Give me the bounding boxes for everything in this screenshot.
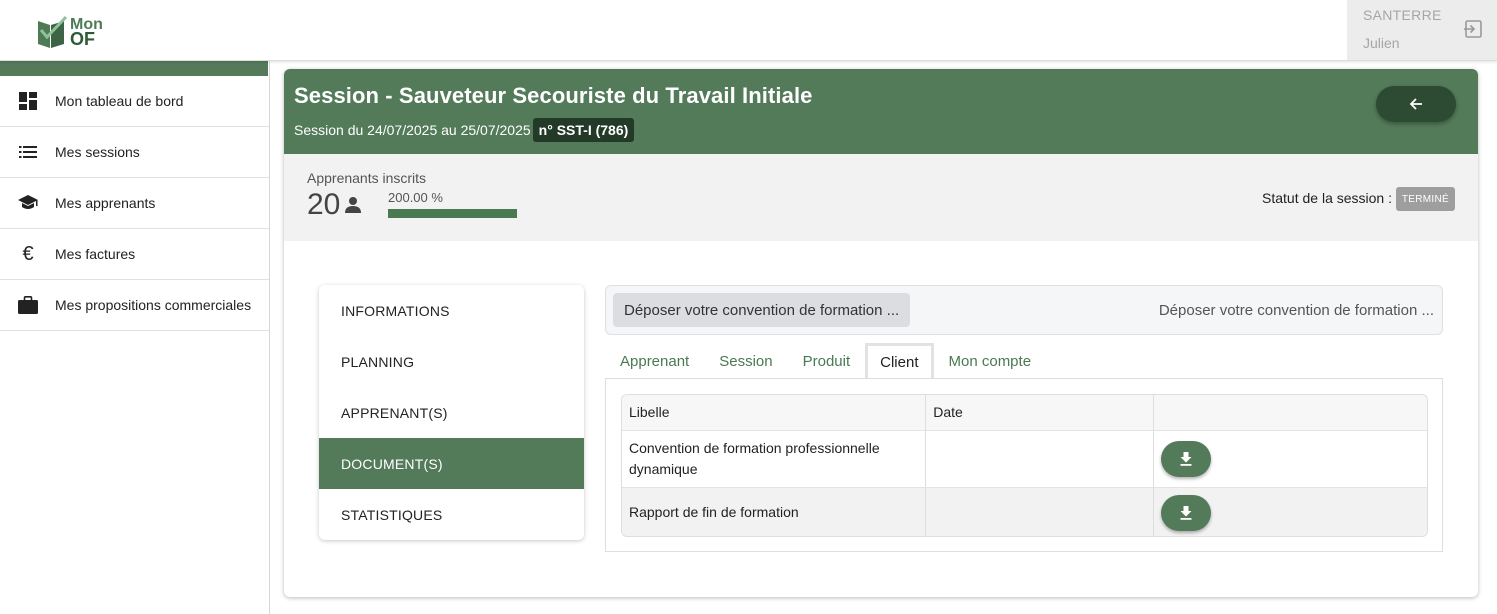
logout-icon[interactable] xyxy=(1463,19,1483,39)
cell-date xyxy=(926,431,1154,487)
sidebar-item-learners[interactable]: Mes apprenants xyxy=(0,178,269,229)
session-card: Session - Sauveteur Secouriste du Travai… xyxy=(284,69,1478,597)
sidebar-item-sessions[interactable]: Mes sessions xyxy=(0,127,269,178)
euro-icon: € xyxy=(22,242,34,265)
cell-actions xyxy=(1154,488,1427,536)
sidebar-item-proposals[interactable]: Mes propositions commerciales xyxy=(0,280,269,331)
arrow-left-icon xyxy=(1409,98,1422,110)
user-menu[interactable]: SANTERRE Julien xyxy=(1347,0,1497,60)
session-dates: Session du 24/07/2025 au 25/07/2025 xyxy=(294,122,531,138)
logo-book-icon xyxy=(38,15,68,48)
sidebar-item-label: Mes sessions xyxy=(55,144,140,160)
logo-line-2: OF xyxy=(70,29,95,49)
download-button[interactable] xyxy=(1160,441,1211,477)
column-header-date: Date xyxy=(926,395,1154,430)
menu-item-documents[interactable]: DOCUMENT(S) xyxy=(319,438,584,489)
session-stats: Apprenants inscrits 20 200.00 % Statut d… xyxy=(284,154,1478,241)
sidebar-accent xyxy=(0,61,268,76)
fill-rate-bar-fill xyxy=(388,209,517,218)
session-menu: INFORMATIONS PLANNING APPRENANT(S) DOCUM… xyxy=(319,285,584,540)
fill-rate-bar xyxy=(388,209,517,218)
download-icon xyxy=(1180,505,1192,520)
tab-session[interactable]: Session xyxy=(704,343,787,379)
document-tabs: Apprenant Session Produit Client Mon com… xyxy=(605,343,1046,379)
tab-apprenant[interactable]: Apprenant xyxy=(605,343,704,379)
user-last-name: SANTERRE xyxy=(1363,7,1442,23)
cell-libelle: Rapport de fin de formation xyxy=(622,488,927,536)
tab-client[interactable]: Client xyxy=(865,343,934,379)
sidebar-item-dashboard[interactable]: Mon tableau de bord xyxy=(0,76,269,127)
top-bar: Mon OF SANTERRE Julien xyxy=(0,0,1497,61)
table-row: Rapport de fin de formation xyxy=(622,488,1427,536)
table-row: Convention de formation professionnelle … xyxy=(622,431,1427,488)
table-header-row: Libelle Date xyxy=(622,395,1427,431)
registered-count-value: 20 xyxy=(307,188,341,221)
cell-date xyxy=(926,488,1154,536)
upload-filename: Déposer votre convention de formation ..… xyxy=(1158,302,1434,319)
column-header-actions xyxy=(1154,395,1427,430)
sidebar-item-label: Mes factures xyxy=(55,246,136,262)
file-upload-field[interactable]: Déposer votre convention de formation ..… xyxy=(605,285,1443,335)
sidebar-item-invoices[interactable]: € Mes factures xyxy=(0,229,269,280)
registered-count: 20 xyxy=(307,188,362,222)
column-header-libelle: Libelle xyxy=(622,395,927,430)
status-badge: TERMINÉ xyxy=(1395,187,1455,211)
session-number-badge: n° SST-I (786) xyxy=(532,118,635,142)
tab-produit[interactable]: Produit xyxy=(788,343,866,379)
cell-libelle: Convention de formation professionnelle … xyxy=(622,431,927,487)
menu-item-statistics[interactable]: STATISTIQUES xyxy=(319,489,584,540)
back-button[interactable] xyxy=(1376,86,1456,122)
menu-item-learners[interactable]: APPRENANT(S) xyxy=(319,387,584,438)
sidebar-item-label: Mon tableau de bord xyxy=(55,93,184,109)
user-first-name: Julien xyxy=(1363,35,1400,51)
session-header: Session - Sauveteur Secouriste du Travai… xyxy=(284,69,1478,154)
graduation-cap-icon xyxy=(18,193,38,213)
menu-item-planning[interactable]: PLANNING xyxy=(319,336,584,387)
upload-button[interactable]: Déposer votre convention de formation ..… xyxy=(613,293,911,327)
fill-rate: 200.00 % xyxy=(388,190,443,205)
page-title: Session - Sauveteur Secouriste du Travai… xyxy=(294,83,813,108)
tab-mon-compte[interactable]: Mon compte xyxy=(934,343,1047,379)
sidebar: Mon tableau de bord Mes sessions Mes app… xyxy=(0,61,270,614)
download-icon xyxy=(1180,452,1192,466)
list-icon xyxy=(18,142,38,162)
registered-label: Apprenants inscrits xyxy=(307,170,427,186)
briefcase-icon xyxy=(18,295,38,315)
app-logo[interactable]: Mon OF xyxy=(36,14,126,50)
session-subtitle: Session du 24/07/2025 au 25/07/2025 n° S… xyxy=(294,118,635,142)
status-label: Statut de la session : xyxy=(1262,190,1392,206)
tab-panel-client: Libelle Date Convention de formation pro… xyxy=(605,378,1443,552)
cell-actions xyxy=(1154,431,1427,487)
sidebar-item-label: Mes apprenants xyxy=(55,195,156,211)
sidebar-item-label: Mes propositions commerciales xyxy=(55,297,252,313)
person-icon xyxy=(345,197,362,213)
logo-text: Mon OF xyxy=(70,17,103,49)
documents-table: Libelle Date Convention de formation pro… xyxy=(621,394,1428,537)
download-button[interactable] xyxy=(1160,494,1211,531)
dashboard-icon xyxy=(18,91,38,111)
menu-item-informations[interactable]: INFORMATIONS xyxy=(319,285,584,336)
